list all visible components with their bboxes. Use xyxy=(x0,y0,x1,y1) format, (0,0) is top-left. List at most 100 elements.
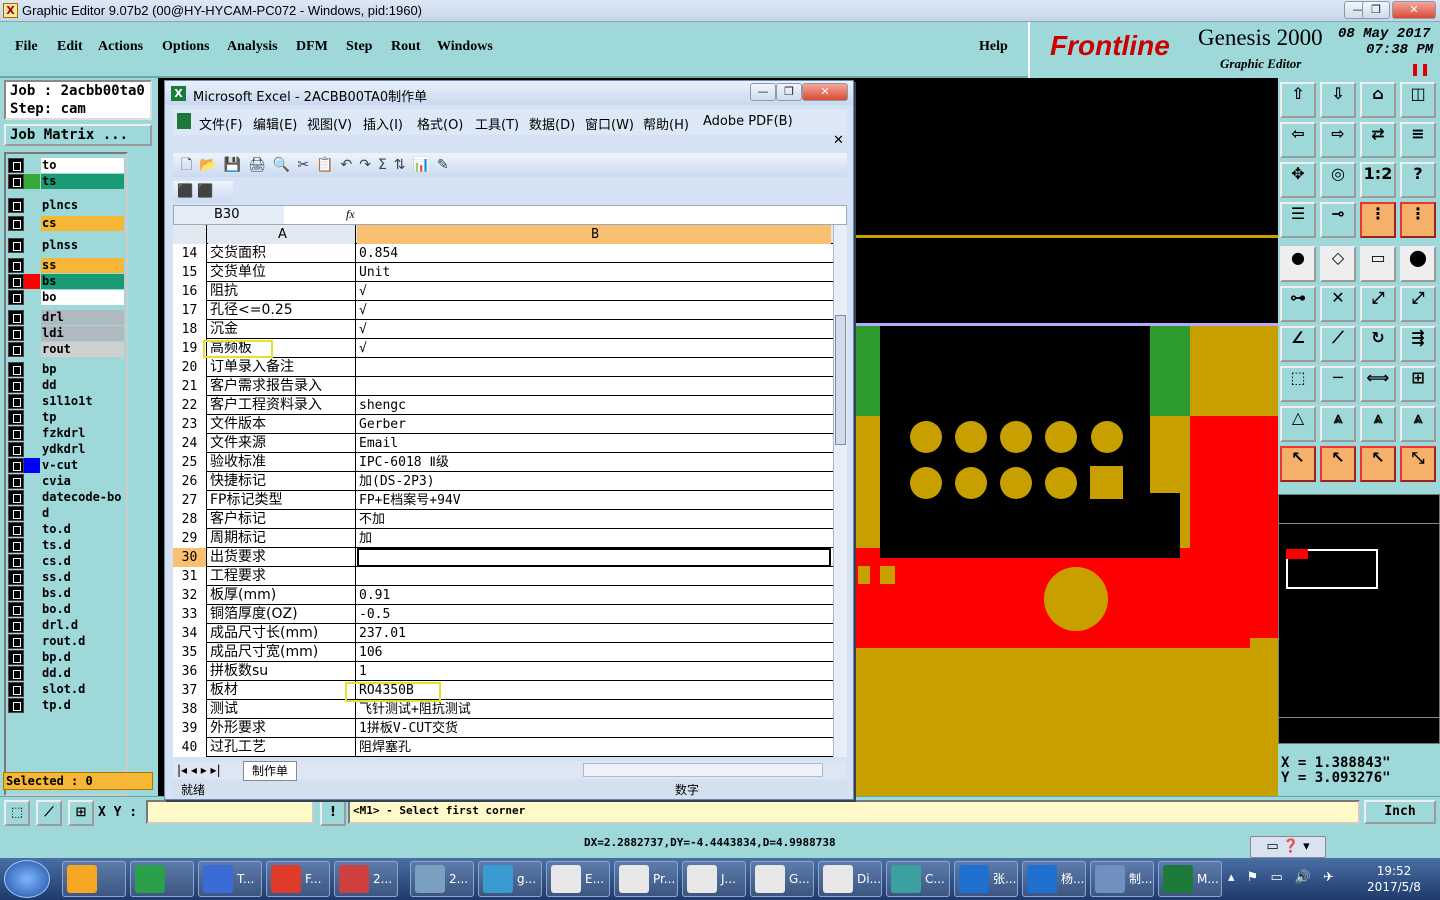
layer-checkbox[interactable] xyxy=(8,666,24,681)
layer-bp.d[interactable]: bp.d xyxy=(8,650,124,665)
layer-s1l1o1t[interactable]: s1l1o1t xyxy=(8,394,124,409)
zoom-home-icon[interactable]: ⇧ xyxy=(1280,82,1316,118)
layer-checkbox[interactable] xyxy=(8,362,24,377)
overview-map[interactable] xyxy=(1278,494,1440,744)
cell-b[interactable]: 加(DS-2P3) xyxy=(357,472,831,491)
layer-checkbox[interactable] xyxy=(8,602,24,617)
layer-checkbox[interactable] xyxy=(8,394,24,409)
stack-alt-icon[interactable]: ⋮ xyxy=(1400,202,1436,238)
cell-a[interactable]: 订单录入备注 xyxy=(208,358,356,377)
row-number[interactable]: 26 xyxy=(173,472,207,491)
zoom-in-icon[interactable]: ⇩ xyxy=(1320,82,1356,118)
row-number[interactable]: 32 xyxy=(173,586,207,605)
arc-icon[interactable]: ⩓ xyxy=(1320,406,1356,442)
ratio-icon[interactable]: 1:2 xyxy=(1360,162,1396,198)
table-row[interactable]: 37 板材 RO4350B xyxy=(173,681,833,700)
select-box-icon[interactable]: ⬚ xyxy=(1280,366,1316,402)
cell-a[interactable]: FP标记类型 xyxy=(208,491,356,510)
row-number[interactable]: 18 xyxy=(173,320,207,339)
center-icon[interactable]: ◎ xyxy=(1320,162,1356,198)
layer-checkbox[interactable] xyxy=(8,698,24,713)
xl-menu-tools[interactable]: 工具(T) xyxy=(475,114,519,133)
row-number[interactable]: 37 xyxy=(173,681,207,700)
pointer-circle-icon[interactable]: ↖ xyxy=(1360,446,1396,482)
xl-menu-window[interactable]: 窗口(W) xyxy=(585,114,634,133)
swap-icon[interactable]: ⇄ xyxy=(1360,122,1396,158)
minus-icon[interactable]: ─ xyxy=(1320,366,1356,402)
cell-b[interactable] xyxy=(357,548,831,567)
row-number[interactable]: 40 xyxy=(173,738,207,757)
list-icon[interactable]: ≡ xyxy=(1400,122,1436,158)
start-button[interactable] xyxy=(4,860,50,898)
menu-help[interactable]: Help xyxy=(979,39,1008,55)
menu-file[interactable]: File xyxy=(15,39,38,55)
taskbar-item[interactable]: J... xyxy=(682,861,746,897)
row-number[interactable]: 25 xyxy=(173,453,207,472)
taskbar-item[interactable] xyxy=(130,861,194,897)
layer-ydkdrl[interactable]: ydkdrl xyxy=(8,442,124,457)
excel-close-button[interactable]: ✕ xyxy=(802,83,848,101)
table-row[interactable]: 17 孔径<=0.25 √ xyxy=(173,301,833,320)
cell-b[interactable] xyxy=(357,377,831,396)
pad-icon[interactable]: ● xyxy=(1280,246,1316,282)
cell-b[interactable]: √ xyxy=(357,301,831,320)
xl-menu-data[interactable]: 数据(D) xyxy=(529,114,575,133)
cell-a[interactable]: 沉金 xyxy=(208,320,356,339)
graphic-canvas[interactable] xyxy=(850,78,1278,796)
zoom-box-icon[interactable]: ⬚ xyxy=(4,800,30,826)
table-row[interactable]: 20 订单录入备注 xyxy=(173,358,833,377)
taskbar-item[interactable]: Di... xyxy=(818,861,882,897)
cell-a[interactable]: 外形要求 xyxy=(208,719,356,738)
col-a-header[interactable]: A xyxy=(208,225,356,244)
table-row[interactable]: 21 客户需求报告录入 xyxy=(173,377,833,396)
taskbar-item[interactable]: g... xyxy=(478,861,542,897)
table-row[interactable]: 34 成品尺寸长(mm) 237.01 xyxy=(173,624,833,643)
cell-a[interactable]: 文件版本 xyxy=(208,415,356,434)
layer-bs[interactable]: bs xyxy=(8,274,124,289)
group-icon[interactable]: ⊞ xyxy=(1400,366,1436,402)
taskbar-item[interactable]: T... xyxy=(198,861,262,897)
pan-right-icon[interactable]: ⇨ xyxy=(1320,122,1356,158)
layer-drl.d[interactable]: drl.d xyxy=(8,618,124,633)
angle-icon[interactable]: ∠ xyxy=(1280,326,1316,362)
excel-maximize-button[interactable]: ❐ xyxy=(776,83,802,101)
vertical-scrollbar[interactable] xyxy=(833,225,847,757)
layer-checkbox[interactable] xyxy=(8,426,24,441)
menu-analysis[interactable]: Analysis xyxy=(227,39,278,55)
layer-bo[interactable]: bo xyxy=(8,290,124,305)
table-row[interactable]: 14 交货面积 0.854 xyxy=(173,244,833,263)
taskbar-item[interactable]: F... xyxy=(266,861,330,897)
name-box[interactable]: B30 xyxy=(174,206,284,224)
row-number[interactable]: 33 xyxy=(173,605,207,624)
layer-to.d[interactable]: to.d xyxy=(8,522,124,537)
layer-slot.d[interactable]: slot.d xyxy=(8,682,124,697)
table-row[interactable]: 39 外形要求 1拼板V-CUT交货 xyxy=(173,719,833,738)
scroll-thumb[interactable] xyxy=(835,315,846,445)
layer-v-cut[interactable]: v-cut xyxy=(8,458,124,473)
row-number[interactable]: 19 xyxy=(173,339,207,358)
cell-b[interactable]: shengc xyxy=(357,396,831,415)
layer-checkbox[interactable] xyxy=(8,342,24,357)
taskbar-item[interactable]: 2... xyxy=(410,861,474,897)
resize-alt-icon[interactable]: ⤢ xyxy=(1400,286,1436,322)
sheet-nav-icon[interactable]: |◂ ◂ ▸ ▸| xyxy=(173,763,221,777)
layer-bp[interactable]: bp xyxy=(8,362,124,377)
layer-cvia[interactable]: cvia xyxy=(8,474,124,489)
settings-icon[interactable]: ☰ xyxy=(1280,202,1316,238)
pointer-icon[interactable]: ↖ xyxy=(1280,446,1316,482)
ruler-icon[interactable]: ▭ xyxy=(1360,246,1396,282)
col-b-header[interactable]: B xyxy=(357,225,831,244)
row-number[interactable]: 35 xyxy=(173,643,207,662)
cell-a[interactable]: 快捷标记 xyxy=(208,472,356,491)
menu-rout[interactable]: Rout xyxy=(391,39,421,55)
cell-b[interactable]: 1 xyxy=(357,662,831,681)
cell-a[interactable]: 交货面积 xyxy=(208,244,356,263)
layer-checkbox[interactable] xyxy=(8,458,24,473)
cell-a[interactable]: 客户工程资料录入 xyxy=(208,396,356,415)
layer-checkbox[interactable] xyxy=(8,490,24,505)
layer-plnss[interactable]: plnss xyxy=(8,238,124,253)
cell-b[interactable]: 不加 xyxy=(357,510,831,529)
taskbar-item[interactable]: 制... xyxy=(1090,861,1154,897)
pointer-box-icon[interactable]: ↖ xyxy=(1320,446,1356,482)
row-number[interactable]: 15 xyxy=(173,263,207,282)
